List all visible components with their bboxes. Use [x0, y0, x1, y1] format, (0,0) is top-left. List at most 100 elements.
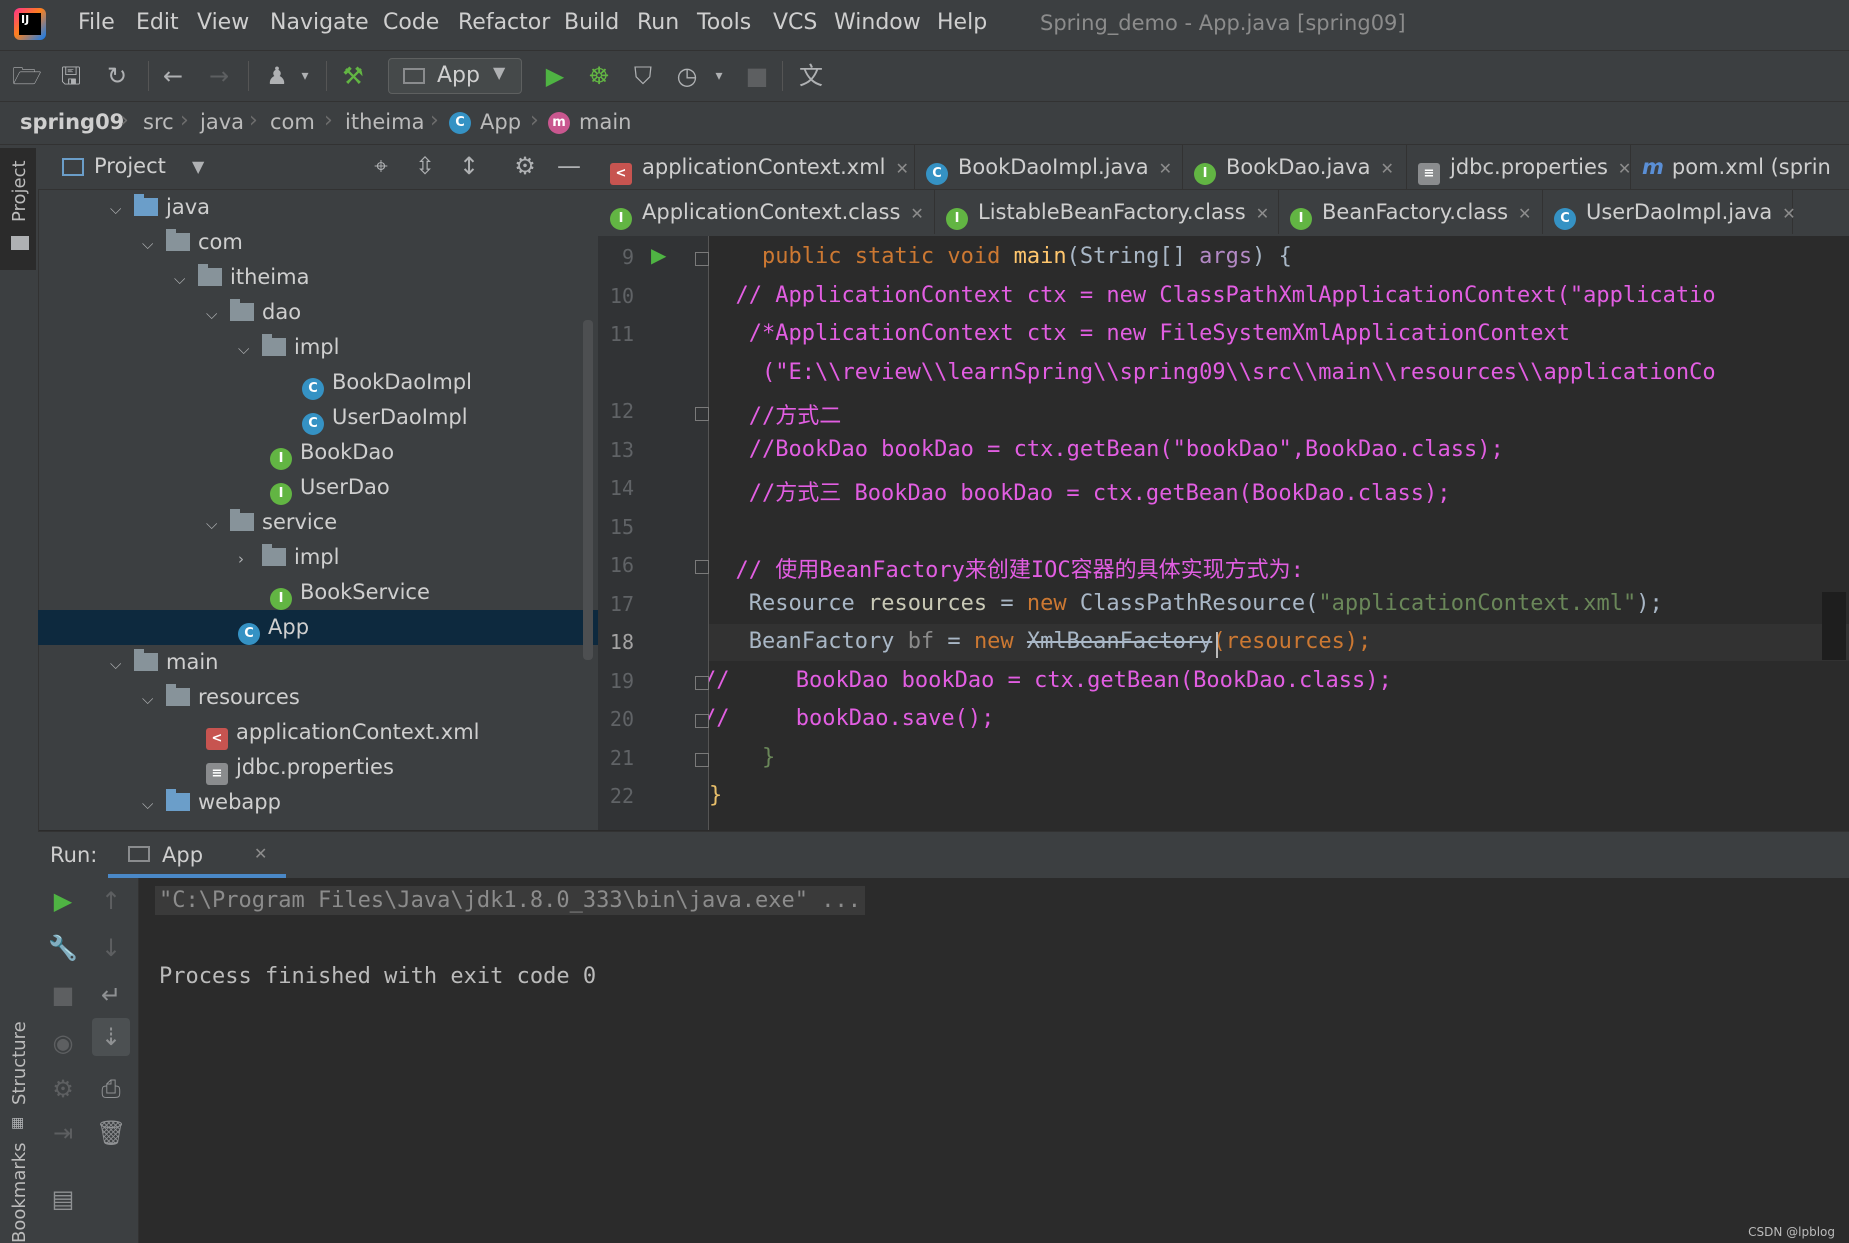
- breadcrumb-itheima[interactable]: itheima: [345, 110, 424, 134]
- menu-refactor[interactable]: Refactor: [458, 10, 550, 35]
- tree-node-dao[interactable]: ⌵ dao: [206, 295, 301, 330]
- menu-tools[interactable]: Tools: [697, 10, 751, 35]
- close-icon[interactable]: ✕: [910, 204, 923, 223]
- back-icon[interactable]: ←: [158, 61, 188, 91]
- close-icon[interactable]: ✕: [1256, 204, 1269, 223]
- tree-node-bookdaoimpl[interactable]: C BookDaoImpl: [302, 365, 472, 400]
- tab-pom-xml[interactable]: m pom.xml (sprin: [1630, 145, 1849, 189]
- tree-node-service[interactable]: ⌵ service: [206, 505, 337, 540]
- exit-icon[interactable]: ⇥: [48, 1118, 78, 1148]
- tree-node-com[interactable]: ⌵ com: [142, 225, 243, 260]
- forward-icon[interactable]: →: [204, 61, 234, 91]
- stop-icon[interactable]: ■: [742, 61, 772, 91]
- camera-icon[interactable]: ◉: [48, 1028, 78, 1058]
- tree-node-userdao[interactable]: I UserDao: [270, 470, 390, 505]
- tree-node-service-impl[interactable]: › impl: [238, 540, 339, 575]
- structure-tab-label[interactable]: Structure: [9, 1021, 30, 1105]
- gear-icon[interactable]: ⚙: [510, 151, 540, 181]
- breadcrumb-src[interactable]: src: [143, 110, 174, 134]
- close-icon[interactable]: ✕: [1518, 204, 1531, 223]
- tree-node-app[interactable]: C App: [238, 610, 309, 645]
- menu-file[interactable]: File: [78, 10, 115, 35]
- sync-icon[interactable]: ↻: [102, 61, 132, 91]
- close-icon[interactable]: ✕: [896, 159, 909, 178]
- menu-edit[interactable]: Edit: [136, 10, 179, 35]
- editor-scroll-marker[interactable]: [1822, 592, 1846, 660]
- soft-wrap-icon[interactable]: ↵: [96, 980, 126, 1010]
- chevron-down-icon[interactable]: ▾: [290, 61, 320, 91]
- fold-marker-icon[interactable]: [695, 252, 709, 266]
- breadcrumb-app[interactable]: App: [480, 110, 521, 134]
- breadcrumb-project[interactable]: spring09: [20, 110, 124, 134]
- stop-icon[interactable]: ■: [48, 980, 78, 1010]
- locate-target-icon[interactable]: ⌖: [366, 151, 396, 181]
- breadcrumb-java[interactable]: java: [200, 110, 244, 134]
- tab-applicationcontext-xml[interactable]: < applicationContext.xml ✕: [598, 145, 915, 189]
- project-panel-title[interactable]: Project: [94, 154, 166, 178]
- print-icon[interactable]: ⎙: [96, 1074, 126, 1104]
- close-icon[interactable]: ✕: [1159, 159, 1172, 178]
- project-tab-label[interactable]: Project: [9, 160, 30, 222]
- tree-node-bookservice[interactable]: I BookService: [270, 575, 430, 610]
- fold-marker-icon[interactable]: [695, 676, 709, 690]
- close-icon[interactable]: ✕: [1380, 159, 1393, 178]
- run-icon[interactable]: ▶: [540, 61, 570, 91]
- fold-marker-icon[interactable]: [695, 714, 709, 728]
- tree-node-dao-impl[interactable]: ⌵ impl: [238, 330, 339, 365]
- coverage-icon[interactable]: ⛉: [628, 61, 658, 91]
- down-arrow-icon[interactable]: ↓: [96, 933, 126, 963]
- save-icon[interactable]: 🖫: [56, 61, 86, 91]
- menu-help[interactable]: Help: [937, 10, 987, 35]
- tree-node-applicationcontext-xml[interactable]: < applicationContext.xml: [206, 715, 480, 750]
- breadcrumb-main[interactable]: main: [579, 110, 631, 134]
- tree-node-bookdao[interactable]: I BookDao: [270, 435, 394, 470]
- tree-node-webapp[interactable]: ⌵ webapp: [142, 785, 281, 820]
- open-folder-icon[interactable]: 🗁: [12, 61, 42, 91]
- run-configuration-select[interactable]: App ▼: [388, 58, 522, 94]
- tab-jdbc-properties[interactable]: ≡ jdbc.properties ✕: [1406, 145, 1631, 189]
- tab-bookdao-java[interactable]: I BookDao.java ✕: [1182, 145, 1407, 189]
- tab-applicationcontext-class[interactable]: I ApplicationContext.class ✕: [598, 190, 935, 234]
- menu-run[interactable]: Run: [637, 10, 679, 35]
- tab-beanfactory-class[interactable]: I BeanFactory.class ✕: [1278, 190, 1543, 234]
- tree-node-java[interactable]: ⌵ java: [110, 190, 210, 225]
- tree-node-jdbc-properties[interactable]: ≡ jdbc.properties: [206, 750, 394, 785]
- collapse-all-icon[interactable]: ↕: [454, 151, 484, 181]
- menu-build[interactable]: Build: [564, 10, 619, 35]
- fold-marker-icon[interactable]: [695, 560, 709, 574]
- close-icon[interactable]: ✕: [1782, 204, 1795, 223]
- debug-bug-icon[interactable]: ☸: [584, 61, 614, 91]
- tab-userdaoimpl-java[interactable]: C UserDaoImpl.java ✕: [1542, 190, 1796, 234]
- minimize-icon[interactable]: —: [554, 151, 584, 181]
- close-icon[interactable]: ✕: [254, 844, 267, 863]
- debug-settings-icon[interactable]: ⚙: [48, 1074, 78, 1104]
- run-tab-app[interactable]: App ✕: [108, 832, 286, 878]
- tree-node-itheima[interactable]: ⌵ itheima: [174, 260, 309, 295]
- tab-bookdaoimpl-java[interactable]: C BookDaoImpl.java ✕: [914, 145, 1183, 189]
- menu-view[interactable]: View: [197, 10, 249, 35]
- menu-vcs[interactable]: VCS: [773, 10, 817, 35]
- console-command-line[interactable]: "C:\Program Files\Java\jdk1.8.0_333\bin\…: [155, 886, 865, 915]
- menu-navigate[interactable]: Navigate: [270, 10, 369, 35]
- console-output[interactable]: "C:\Program Files\Java\jdk1.8.0_333\bin\…: [139, 878, 1849, 1243]
- breadcrumb-com[interactable]: com: [270, 110, 315, 134]
- up-arrow-icon[interactable]: ↑: [96, 886, 126, 916]
- profile-icon[interactable]: ◷: [672, 61, 702, 91]
- layout-icon[interactable]: ▤: [48, 1184, 78, 1214]
- menu-window[interactable]: Window: [834, 10, 921, 35]
- tree-node-resources[interactable]: ⌵ resources: [142, 680, 300, 715]
- bookmarks-tab-label[interactable]: Bookmarks: [9, 1142, 30, 1243]
- chevron-down-icon[interactable]: ▾: [704, 61, 734, 91]
- menu-code[interactable]: Code: [383, 10, 439, 35]
- trash-icon[interactable]: 🗑: [96, 1118, 126, 1148]
- translate-icon[interactable]: 文: [796, 61, 826, 91]
- fold-marker-icon[interactable]: [695, 407, 709, 421]
- chevron-down-icon[interactable]: ▼: [192, 157, 204, 176]
- scroll-to-end-icon[interactable]: ⇣: [92, 1018, 130, 1056]
- run-gutter-icon[interactable]: ▶: [651, 243, 666, 267]
- tree-node-main[interactable]: ⌵ main: [110, 645, 218, 680]
- rerun-icon[interactable]: ▶: [48, 886, 78, 916]
- expand-all-icon[interactable]: ⇳: [410, 151, 440, 181]
- build-hammer-icon[interactable]: ⚒: [338, 61, 368, 91]
- user-dropdown-icon[interactable]: ♟: [262, 61, 292, 91]
